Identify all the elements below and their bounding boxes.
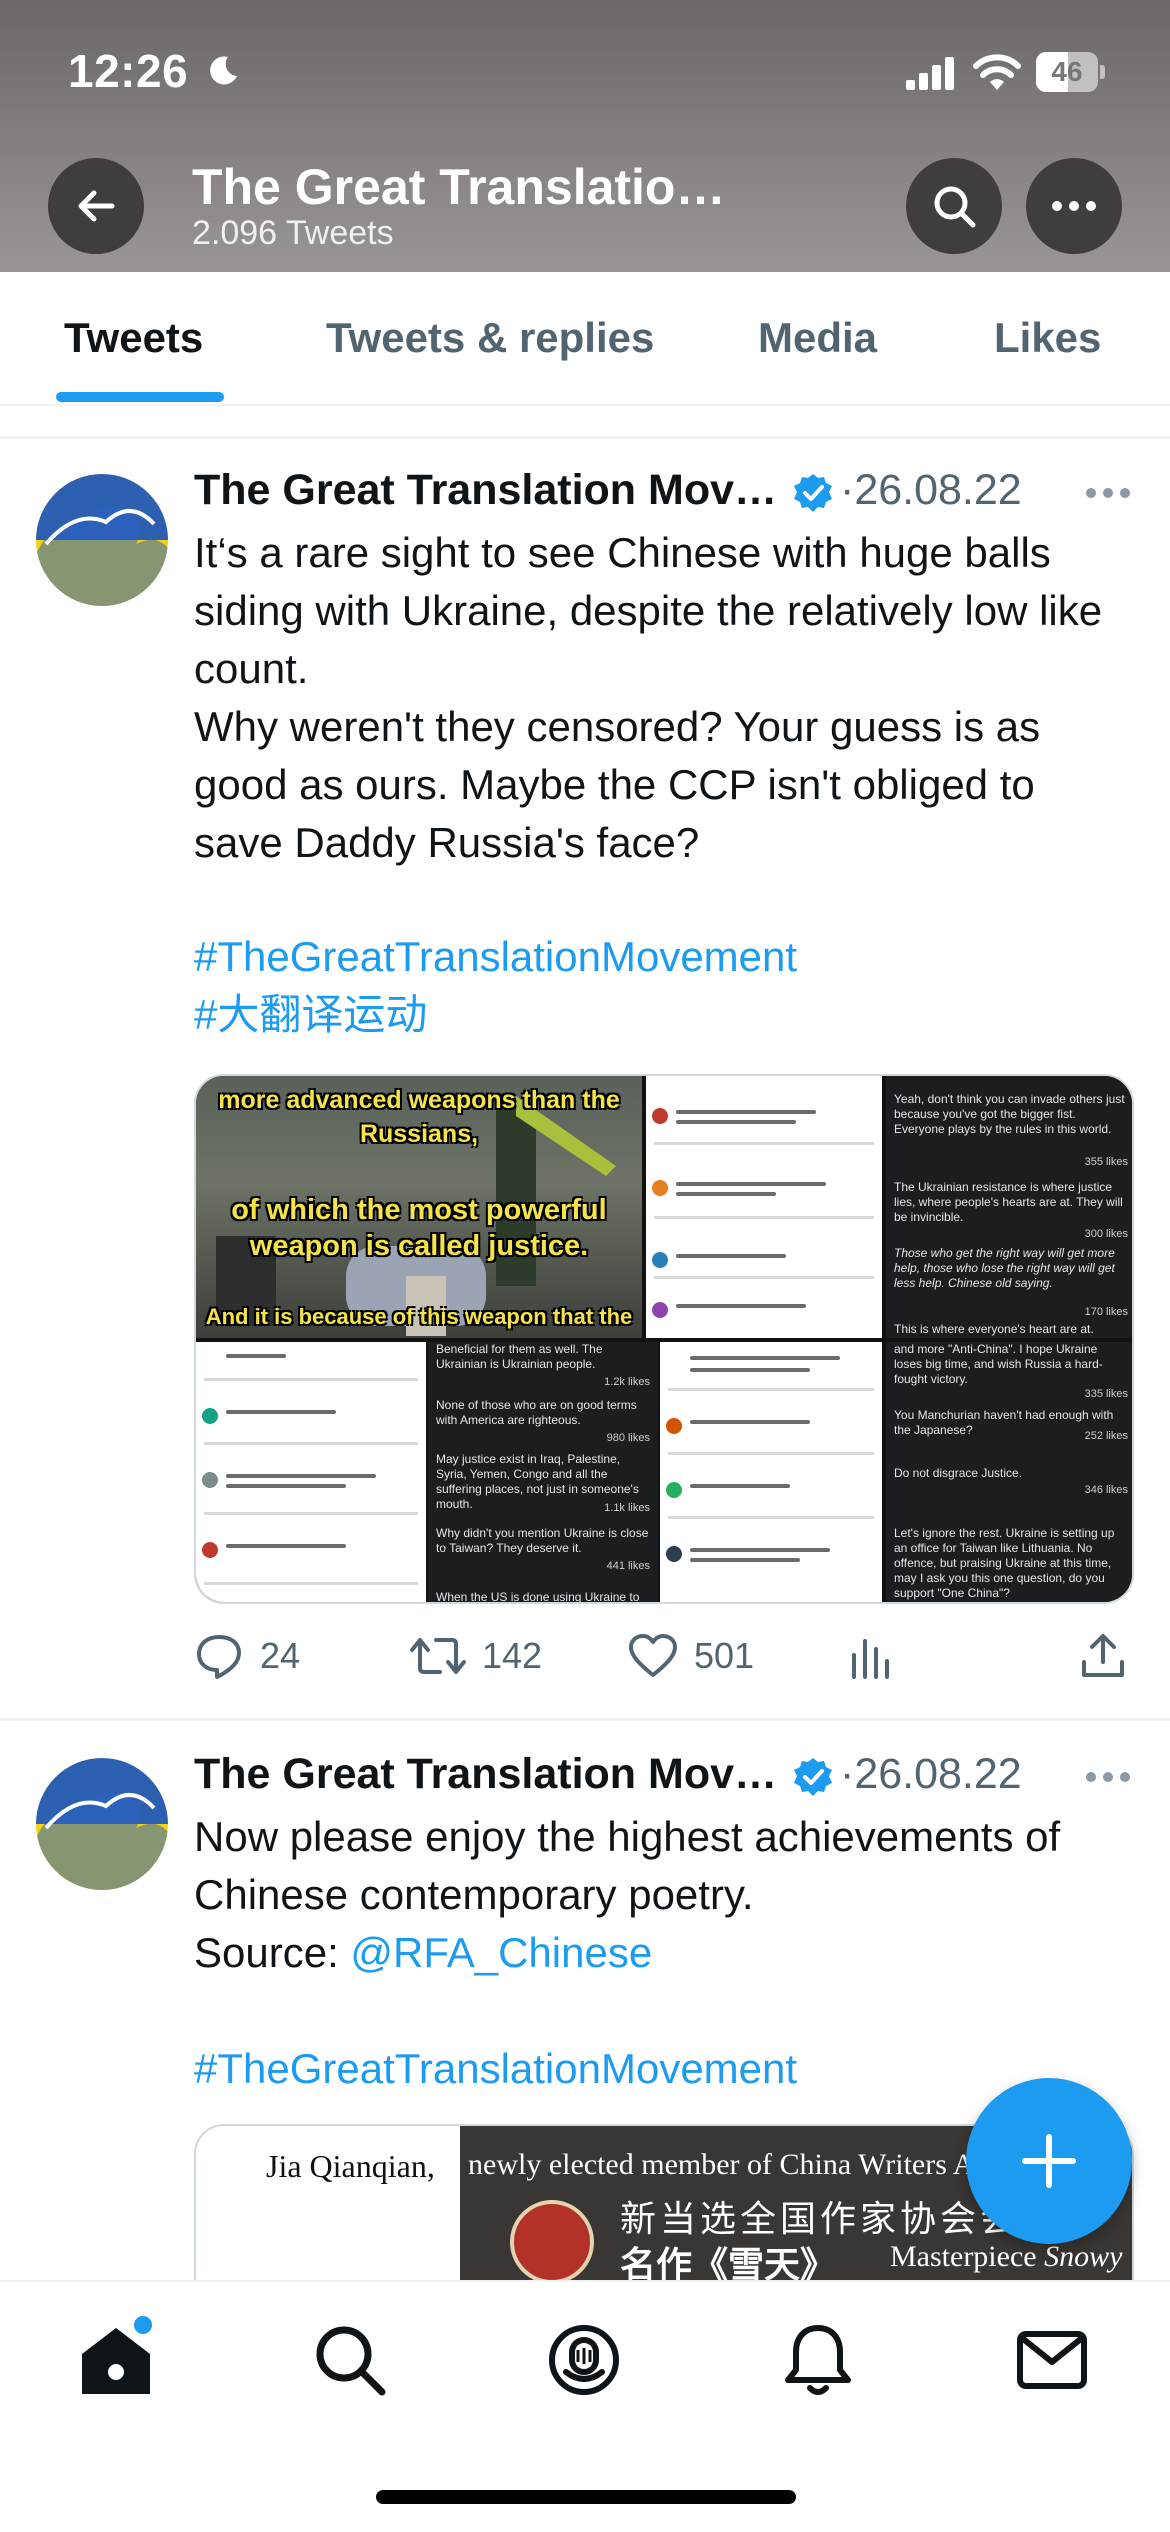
bell-icon[interactable] xyxy=(778,2320,858,2400)
cellular-signal-icon xyxy=(906,57,954,90)
wifi-icon xyxy=(973,54,1021,90)
tab-likes[interactable]: Likes xyxy=(994,314,1101,362)
more-options-button[interactable] xyxy=(1026,158,1122,254)
share-button[interactable] xyxy=(1080,1626,1142,1686)
avatar[interactable] xyxy=(36,1758,168,1890)
compose-tweet-button[interactable] xyxy=(966,2078,1132,2244)
translated-comments: Beneficial for them as well. The Ukraini… xyxy=(428,1342,658,1602)
hashtag-link[interactable]: #TheGreatTranslationMovement xyxy=(194,2040,1134,2098)
plus-icon xyxy=(1022,2134,1076,2188)
mention-link[interactable]: @RFA_Chinese xyxy=(350,1929,652,1976)
image-text: newly elected member of China Writers As xyxy=(468,2148,987,2181)
video-caption: more advanced weapons than the xyxy=(218,1086,620,1114)
video-caption: And it is because of this weapon that th… xyxy=(205,1304,633,1329)
home-indicator xyxy=(376,2490,796,2504)
status-time: 12:26 xyxy=(68,45,189,97)
arrow-left-icon xyxy=(78,190,115,222)
analytics-icon xyxy=(852,1639,889,1679)
tweet-more-icon[interactable] xyxy=(1084,486,1132,500)
views-button[interactable] xyxy=(848,1626,908,1686)
video-caption: of which the most powerful xyxy=(231,1194,607,1226)
battery-level: 46 xyxy=(1051,56,1083,87)
notification-dot xyxy=(134,2316,152,2334)
comments-screenshot xyxy=(646,1076,882,1338)
avatar[interactable] xyxy=(36,474,168,606)
more-horizontal-icon xyxy=(1052,201,1096,211)
divider xyxy=(0,1718,1170,1721)
video-still: more advanced weapons than the Russians,… xyxy=(196,1076,642,1338)
divider xyxy=(0,436,1170,439)
image-text: Masterpiece Snowy xyxy=(890,2240,1123,2273)
profile-header: 12:26 46 The Great Translatio… 2.096 Twe… xyxy=(0,0,1170,272)
retweet-count: 142 xyxy=(482,1635,543,1676)
profile-screen: { "status_bar": {"time": "12:26", "batte… xyxy=(0,0,1170,2532)
translated-comments: and more "Anti-China". I hope Ukraine lo… xyxy=(886,1342,1132,1602)
retweet-button[interactable]: 142 xyxy=(410,1626,542,1686)
verified-badge-icon xyxy=(794,1758,832,1796)
video-caption: weapon is called justice. xyxy=(249,1230,589,1262)
reply-icon xyxy=(197,1635,241,1679)
search-icon xyxy=(934,186,976,228)
verified-badge-icon xyxy=(794,474,832,512)
spaces-icon[interactable] xyxy=(544,2320,624,2400)
mail-icon[interactable] xyxy=(1012,2320,1092,2400)
search-icon[interactable] xyxy=(310,2320,390,2400)
tweet-more-icon[interactable] xyxy=(1084,1770,1132,1784)
share-icon xyxy=(1082,1634,1124,1677)
tweet-count: 2.096 Tweets xyxy=(192,214,394,252)
reply-button[interactable]: 24 xyxy=(194,1626,300,1686)
comments-screenshot xyxy=(196,1342,426,1602)
reply-count: 24 xyxy=(260,1635,301,1676)
search-button[interactable] xyxy=(906,158,1002,254)
heart-icon xyxy=(629,1634,677,1677)
like-button[interactable]: 501 xyxy=(628,1626,754,1686)
hashtag-link[interactable]: #大翻译运动 xyxy=(194,986,1134,1044)
tweet-text: Now please enjoy the highest achievement… xyxy=(194,1813,1061,1976)
tab-media[interactable]: Media xyxy=(758,314,877,362)
tweet-date: ·26.08.22 xyxy=(840,466,1022,514)
profile-tabs: Tweets Tweets & replies Media Likes xyxy=(0,272,1170,406)
image-text: 名作《雪天》 xyxy=(620,2244,837,2284)
hashtag-link[interactable]: #TheGreatTranslationMovement xyxy=(194,928,1134,986)
tab-tweets-replies[interactable]: Tweets & replies xyxy=(326,314,654,362)
image-text: Jia Qianqian, xyxy=(266,2148,435,2184)
tweet-image[interactable]: more advanced weapons than the Russians,… xyxy=(194,1074,1134,1604)
video-caption: Russians, xyxy=(359,1120,479,1148)
tweet-text: It‘s a rare sight to see Chinese with hu… xyxy=(194,529,1103,866)
page-title: The Great Translatio… xyxy=(192,159,726,215)
moon-icon xyxy=(210,56,237,85)
translated-comments: Yeah, don't think you can invade others … xyxy=(886,1076,1132,1338)
tweet-date: ·26.08.22 xyxy=(840,1750,1022,1798)
like-count: 501 xyxy=(694,1635,755,1676)
retweet-icon xyxy=(410,1638,466,1674)
active-tab-indicator xyxy=(56,392,224,402)
status-bar: 12:26 46 xyxy=(0,0,1170,150)
author-name[interactable]: The Great Translation Mov… xyxy=(194,466,777,515)
author-name[interactable]: The Great Translation Mov… xyxy=(194,1750,777,1799)
battery-icon: 46 xyxy=(1036,52,1106,92)
association-seal-icon xyxy=(510,2200,594,2284)
comments-screenshot xyxy=(660,1342,882,1602)
back-button[interactable] xyxy=(48,158,144,254)
tab-tweets[interactable]: Tweets xyxy=(64,314,203,362)
